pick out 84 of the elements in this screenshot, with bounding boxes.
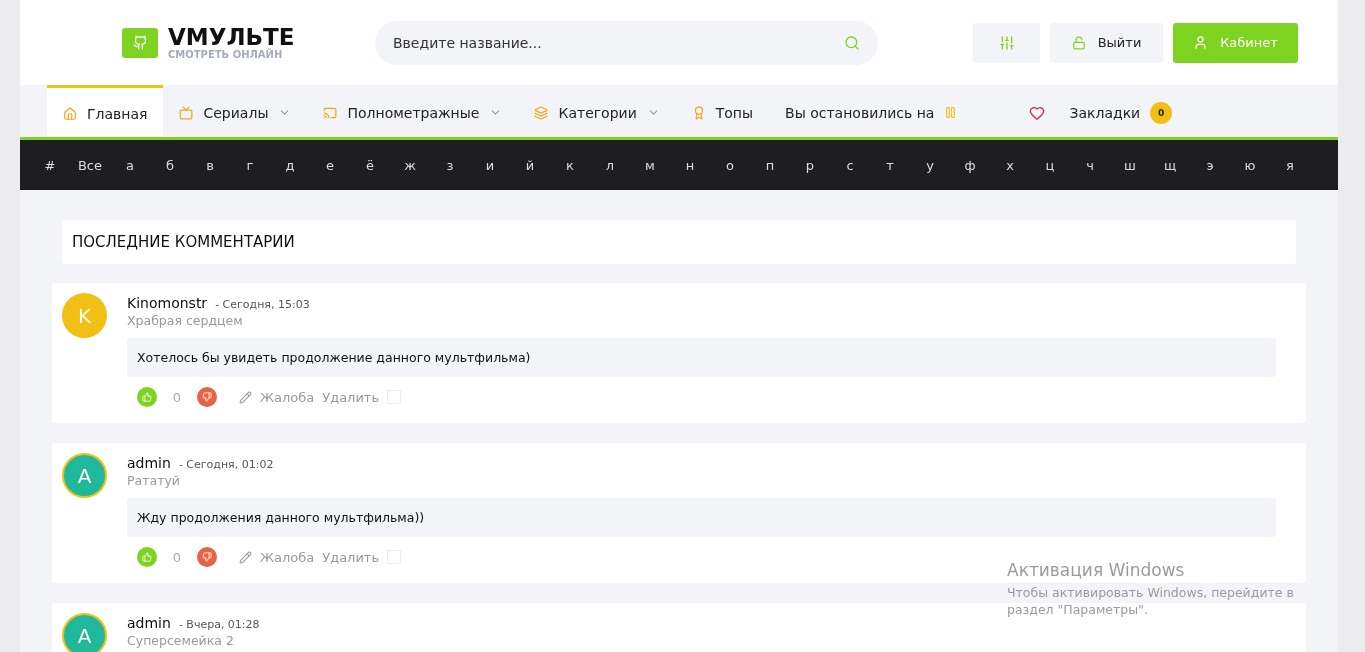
letter-link[interactable]: л — [590, 157, 630, 173]
comment-date: - Сегодня, 01:02 — [178, 458, 274, 471]
letter-link[interactable]: р — [790, 157, 830, 173]
home-icon — [63, 107, 77, 121]
avatar: A — [62, 613, 107, 652]
comment-date: - Сегодня, 15:03 — [215, 298, 310, 311]
letter-link[interactable]: ф — [950, 157, 990, 173]
thumbs-down-icon — [202, 552, 212, 562]
nav-tab[interactable]: Закладки 0 — [1013, 85, 1189, 137]
letter-link[interactable]: ж — [390, 157, 430, 173]
letter-link[interactable]: д — [270, 157, 310, 173]
letter-link[interactable]: а — [110, 157, 150, 173]
letter-link[interactable]: у — [910, 157, 950, 173]
edit-icon[interactable] — [239, 390, 252, 404]
sliders-icon — [998, 34, 1015, 51]
letter-link[interactable]: з — [430, 157, 470, 173]
nav-label: Закладки — [1069, 104, 1141, 121]
letter-link[interactable]: и — [470, 157, 510, 173]
nav-tab[interactable]: Главная — [47, 85, 164, 137]
letter-link[interactable]: ё — [350, 157, 390, 173]
nav-tab[interactable]: Категории — [518, 85, 676, 137]
search-field[interactable]: Введите название... — [375, 20, 878, 65]
letter-link[interactable]: х — [990, 157, 1030, 173]
comment-author[interactable]: Kinomonstr — [127, 295, 208, 311]
letter-link[interactable]: в — [190, 157, 230, 173]
logout-button[interactable]: Выйти — [1050, 22, 1163, 63]
rating-count: 0 — [171, 389, 183, 405]
letter-link[interactable]: ю — [1230, 157, 1270, 173]
comment-author[interactable]: admin — [127, 455, 171, 471]
letter-link[interactable]: п — [750, 157, 790, 173]
like-button[interactable] — [137, 547, 157, 567]
nav-tab[interactable]: Вы остановились на — [769, 85, 974, 137]
letter-link[interactable]: с — [830, 157, 870, 173]
letter-link[interactable]: о — [710, 157, 750, 173]
pause-icon — [944, 106, 958, 119]
logo-title: VМУЛЬТЕ — [168, 25, 295, 49]
activation-title: Активация Windows — [1007, 560, 1186, 580]
letter-link[interactable]: г — [230, 157, 270, 173]
activation-text: Чтобы активировать Windows, перейдите в — [1007, 584, 1294, 601]
letter-link[interactable]: б — [150, 157, 190, 173]
edit-icon[interactable] — [239, 550, 252, 564]
letter-link[interactable]: ц — [1030, 157, 1070, 173]
thumbs-up-icon — [142, 552, 152, 562]
avatar: A — [62, 453, 107, 498]
letter-link[interactable]: я — [1270, 157, 1310, 173]
nav-tab[interactable]: Полнометражные — [307, 85, 519, 137]
filter-button[interactable] — [973, 22, 1040, 63]
letter-link[interactable]: Все — [70, 157, 110, 173]
logo-subtitle: СМОТРЕТЬ ОНЛАЙН — [168, 49, 284, 60]
comment-text: Жду продолжения данного мультфильма)) — [127, 498, 1276, 537]
dislike-button[interactable] — [197, 547, 217, 567]
tv-icon — [179, 105, 194, 120]
avatar: K — [62, 293, 107, 338]
letter-link[interactable]: э — [1190, 157, 1230, 173]
letter-link[interactable]: е — [310, 157, 350, 173]
user-icon — [1193, 35, 1209, 50]
comment-date: - Вчера, 01:28 — [178, 618, 260, 631]
dislike-button[interactable] — [197, 387, 217, 407]
activation-text: раздел "Параметры". — [1007, 601, 1149, 618]
thumbs-up-icon — [142, 392, 152, 402]
letter-link[interactable]: ш — [1110, 157, 1150, 173]
thumbs-down-icon — [202, 392, 212, 402]
letter-link[interactable]: м — [630, 157, 670, 173]
section-title: ПОСЛЕДНИЕ КОММЕНТАРИИ — [62, 220, 1296, 264]
letter-link[interactable]: т — [870, 157, 910, 173]
rating-count: 0 — [171, 549, 183, 565]
nav-tab[interactable]: Сериалы — [163, 85, 308, 137]
letter-link[interactable]: # — [30, 157, 70, 173]
letter-link[interactable]: щ — [1150, 157, 1190, 173]
count-badge: 0 — [1150, 101, 1173, 124]
comment-text: Хотелось бы увидеть продолжение данного мультфильма) — [127, 338, 1276, 377]
heart-icon — [1029, 104, 1046, 121]
letter-link[interactable]: н — [670, 157, 710, 173]
screen-icon — [323, 105, 338, 120]
letter-link[interactable]: ч — [1070, 157, 1110, 173]
logo-icon — [122, 27, 158, 58]
nav-tab[interactable]: Топы — [675, 85, 770, 137]
search-icon[interactable] — [844, 34, 860, 51]
layers-icon — [534, 105, 549, 120]
letter-link[interactable]: й — [510, 157, 550, 173]
lock-icon — [1071, 35, 1086, 50]
comment-author[interactable]: admin — [127, 615, 171, 631]
like-button[interactable] — [137, 387, 157, 407]
letter-link[interactable]: к — [550, 157, 590, 173]
